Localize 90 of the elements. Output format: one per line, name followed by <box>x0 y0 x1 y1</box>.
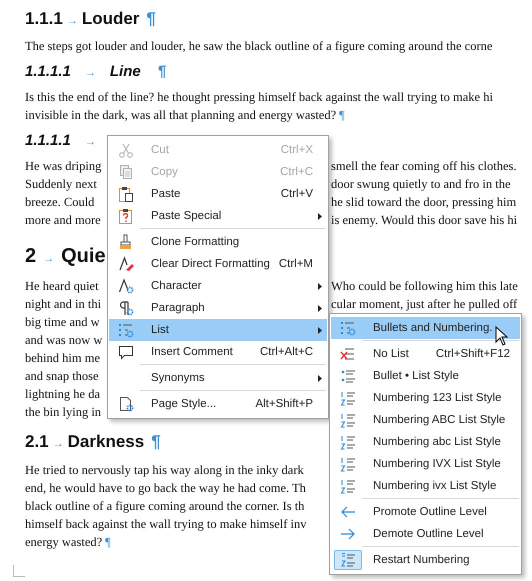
menu-item[interactable]: Numbering ABC List Style <box>331 409 520 431</box>
body-text: invisible in the dark, was all that planning and energy wasted? <box>25 107 336 124</box>
menu-item[interactable]: Synonyms <box>109 367 327 389</box>
left-arrow-icon <box>340 504 356 520</box>
body-text: night and in thi <box>25 296 102 313</box>
brush-icon <box>118 234 134 250</box>
clipboard-icon <box>118 208 134 224</box>
body-text: Suddenly next <box>25 176 97 193</box>
body-text: he slid toward the door, pressing him <box>331 194 516 211</box>
menu-item[interactable]: Numbering abc List Style <box>331 431 520 453</box>
page-icon <box>118 396 134 412</box>
character-icon <box>118 278 134 294</box>
list-icon <box>340 320 356 336</box>
body-text: door swung quietly to and fro in the <box>331 176 510 193</box>
heading-number: 1.1.1 <box>25 8 63 30</box>
body-text: more and more <box>25 212 101 229</box>
body-text: and was now w <box>25 332 102 349</box>
body-text: energy wasted? <box>25 534 102 551</box>
menu-item[interactable]: Paragraph <box>109 297 327 319</box>
menu-item[interactable]: No List Ctrl+Shift+F12 <box>331 343 520 365</box>
numbered-list-icon <box>340 412 356 428</box>
heading-number: 1.1.1.1 <box>25 62 71 82</box>
menu-item[interactable]: List <box>109 319 327 341</box>
body-text: The steps got louder and louder, he saw the black outline of a figure coming around the corne <box>25 38 492 55</box>
menu-item[interactable]: Clear Direct Formatting Ctrl+M <box>109 253 327 275</box>
body-text: the bin lying in <box>25 404 102 421</box>
tab-mark: → <box>84 135 96 150</box>
heading-number: 2 <box>25 244 36 269</box>
menu-item[interactable]: Numbering ivx List Style <box>331 475 520 497</box>
body-text: cular moment, just after he pulled off <box>331 296 518 313</box>
heading-title: Darkness <box>68 431 144 453</box>
numbered-list-icon <box>340 456 356 472</box>
menu-item[interactable]: Numbering IVX List Style <box>331 453 520 475</box>
menu-item[interactable]: Restart Numbering <box>331 549 520 571</box>
menu-item[interactable]: Promote Outline Level <box>331 501 520 523</box>
pilcrow-mark: ¶ <box>105 534 111 551</box>
body-text: big time and w <box>25 314 100 331</box>
heading-number: 1.1.1.1 <box>25 131 71 151</box>
tab-mark: → <box>52 437 64 452</box>
page-corner-mark <box>13 565 25 577</box>
menu-item[interactable]: Numbering 123 List Style <box>331 387 520 409</box>
numbered-list-icon <box>340 390 356 406</box>
body-text: and snap those <box>25 368 99 385</box>
comment-icon <box>118 344 134 360</box>
body-text: breeze. Could <box>25 194 94 211</box>
mouse-pointer-icon <box>495 326 508 346</box>
body-text: lightning he da <box>25 386 100 403</box>
clear-formatting-icon <box>118 256 134 272</box>
body-text: smell the fear coming off his clothes. <box>331 158 516 175</box>
scissors-icon <box>118 142 134 158</box>
menu-item[interactable]: Insert Comment Ctrl+Alt+C <box>109 341 327 363</box>
copy-icon <box>118 164 134 180</box>
tab-mark: → <box>43 252 54 267</box>
menu-item[interactable]: Paste Special <box>109 205 327 227</box>
list-icon <box>118 322 134 338</box>
heading-title: Line <box>110 62 141 82</box>
right-arrow-icon <box>340 526 356 542</box>
body-text: himself back against the wall trying to make himself inv <box>25 516 307 533</box>
menu-item[interactable]: Demote Outline Level <box>331 523 520 545</box>
numbered-list-icon <box>340 434 356 450</box>
menu-item[interactable]: Bullet • List Style <box>331 365 520 387</box>
heading-title: Louder <box>82 8 140 30</box>
menu-item[interactable]: Bullets and Numbering. <box>331 317 520 339</box>
body-text: behind him me <box>25 350 100 367</box>
heading-title: Quie <box>61 244 106 269</box>
no-list-icon <box>340 346 356 362</box>
body-text: He heard quiet <box>25 278 99 295</box>
pilcrow-mark: ¶ <box>146 8 156 30</box>
menu-item[interactable]: Clone Formatting <box>109 231 327 253</box>
body-text: He tried to nervously tap his way along in the inky dark <box>25 462 304 479</box>
body-text: is enemy. Would this door save his hi <box>331 212 518 229</box>
menu-item[interactable]: Page Style... Alt+Shift+P <box>109 393 327 415</box>
tab-mark: → <box>66 14 78 29</box>
pilcrow-mark: ¶ <box>339 107 345 124</box>
pilcrow-mark: ¶ <box>151 431 161 453</box>
bullet-list-icon <box>340 368 356 384</box>
restart-numbering-icon <box>340 552 356 568</box>
menu-item[interactable]: Character <box>109 275 327 297</box>
menu-item[interactable]: Paste Ctrl+V <box>109 183 327 205</box>
paragraph-icon <box>118 300 134 316</box>
clipboard-icon <box>118 186 134 202</box>
pilcrow-mark: ¶ <box>158 62 166 82</box>
numbered-list-icon <box>340 478 356 494</box>
body-text: end, he would have to go back the way he had come. Th <box>25 480 306 497</box>
body-text: Is this the end of the line? he thought pressing himself back against the wall trying to make hi <box>25 89 493 106</box>
heading-number: 2.1 <box>25 431 49 453</box>
body-text: Who could be following him this late <box>331 278 518 295</box>
body-text: He was driping <box>25 158 102 175</box>
body-text: black outline of a figure coming around the corner. Is th <box>25 498 304 515</box>
tab-mark: → <box>84 66 96 81</box>
